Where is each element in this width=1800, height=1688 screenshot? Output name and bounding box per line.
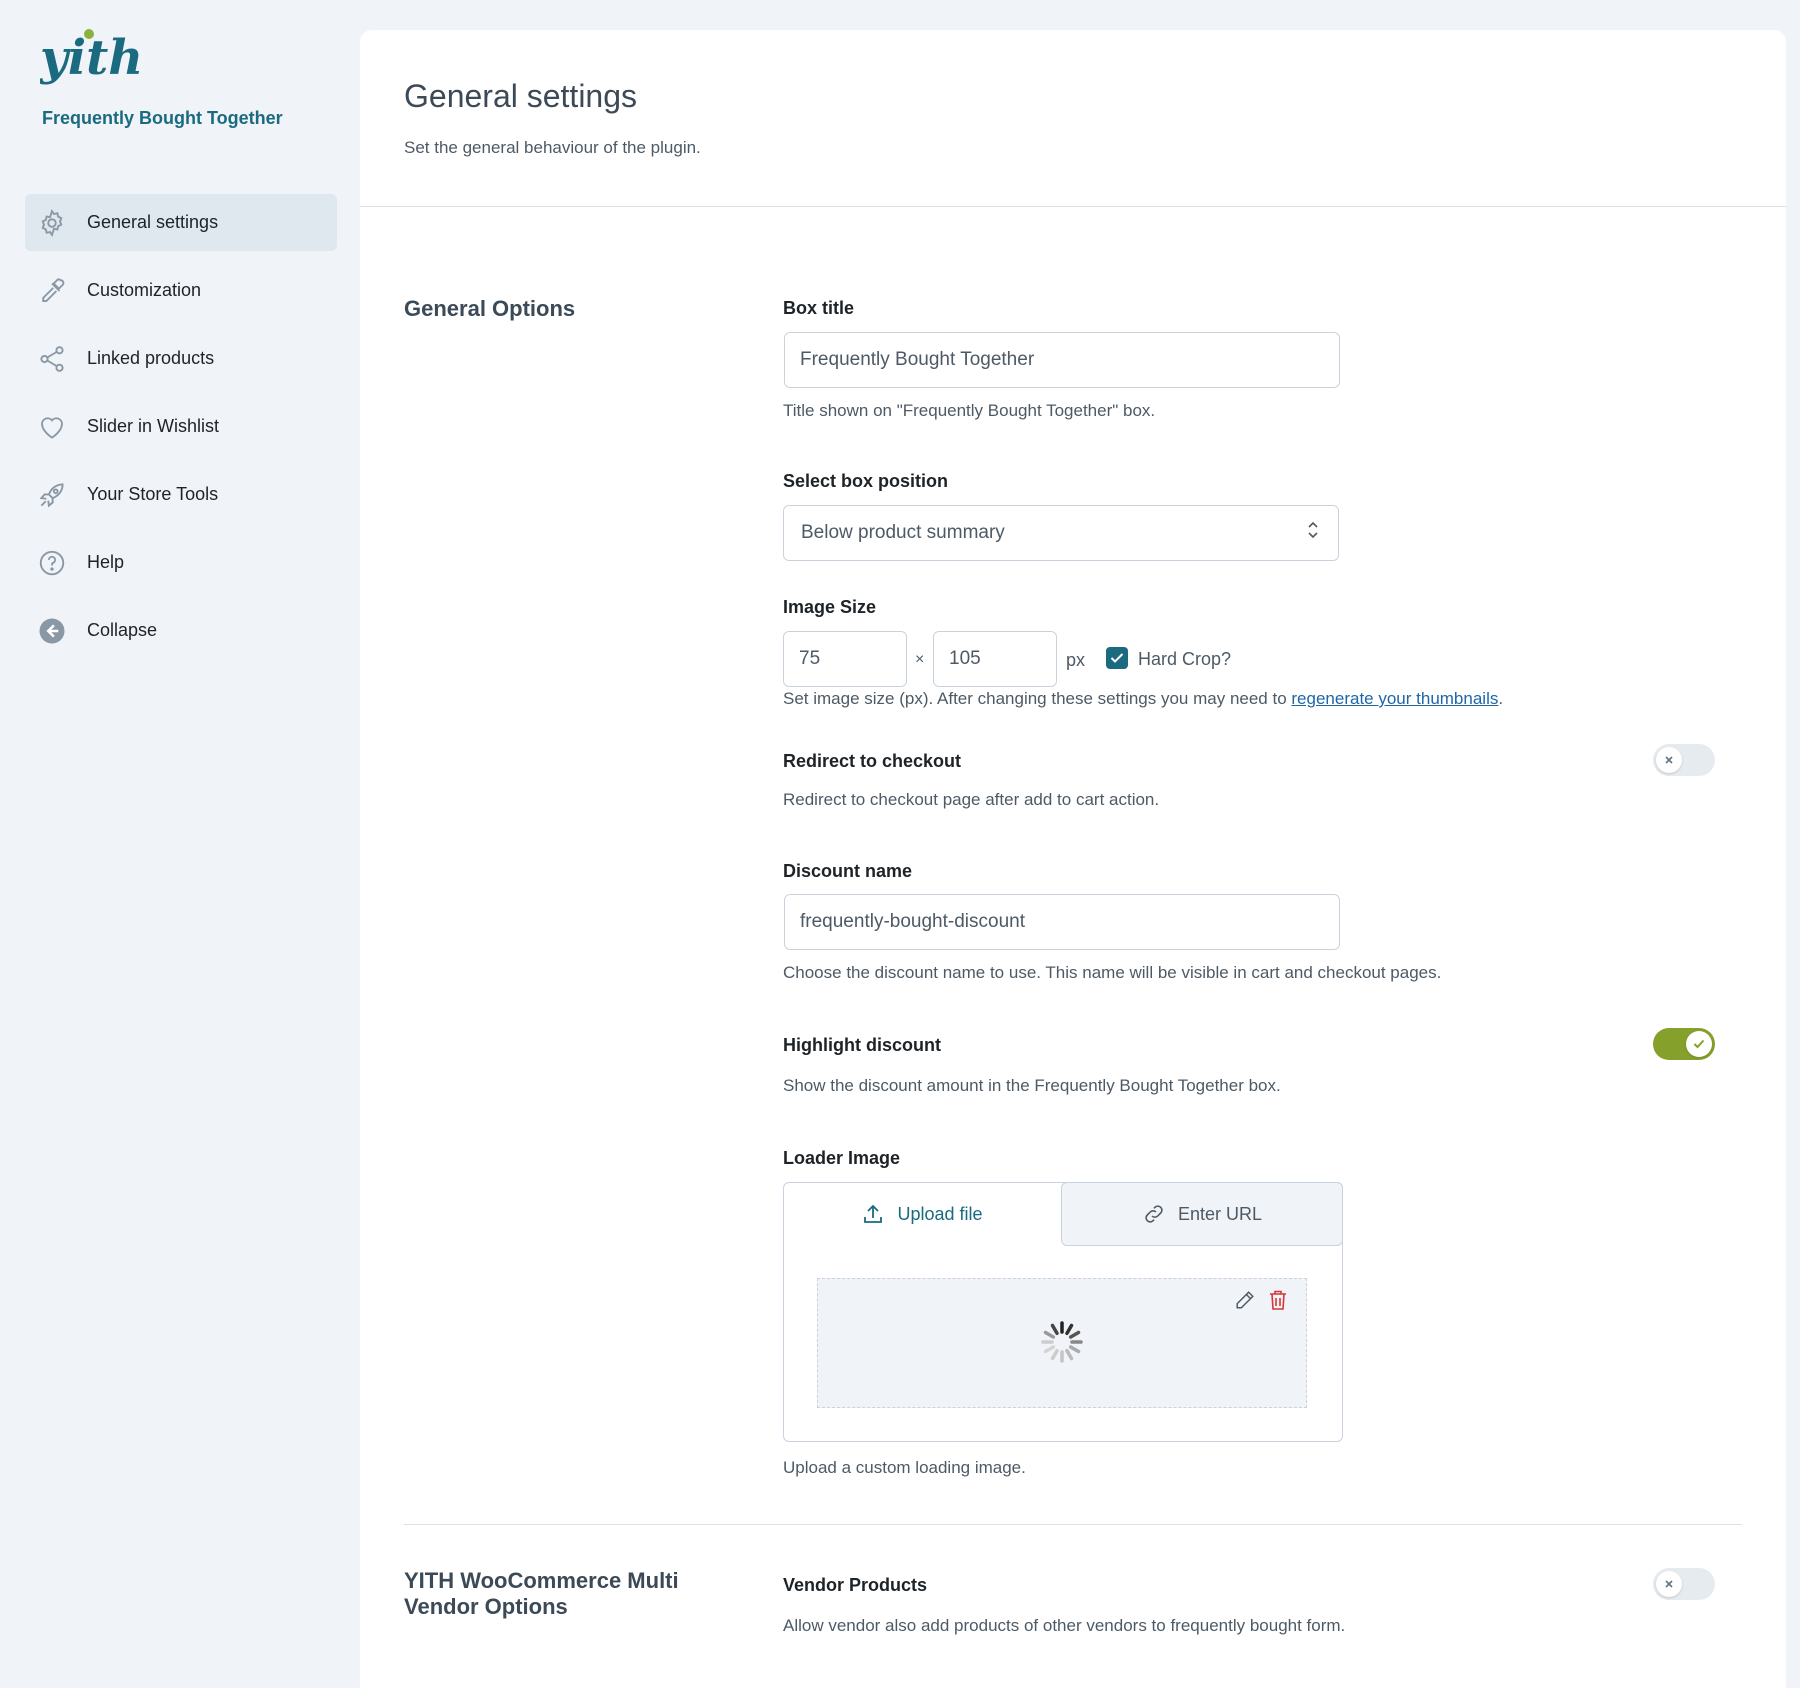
close-icon bbox=[1665, 1580, 1673, 1588]
chevron-up-down-icon bbox=[1306, 520, 1320, 546]
upload-file-label: Upload file bbox=[897, 1203, 983, 1224]
upload-file-tab[interactable]: Upload file bbox=[784, 1183, 1060, 1245]
sidebar-item-label: Collapse bbox=[87, 620, 158, 640]
loader-image-label: Loader Image bbox=[783, 1148, 901, 1168]
section-title-vendor-options: YITH WooCommerce Multi Vendor Options bbox=[404, 1568, 679, 1619]
sidebar-item-label: General settings bbox=[87, 212, 219, 232]
sidebar-item-label: Help bbox=[87, 552, 125, 572]
check-icon bbox=[1110, 653, 1124, 663]
pencil-icon[interactable] bbox=[1234, 1289, 1256, 1316]
page-title: General settings bbox=[404, 78, 638, 114]
box-title-input[interactable] bbox=[784, 332, 1340, 388]
upload-icon bbox=[861, 1202, 885, 1226]
help-icon bbox=[37, 548, 67, 578]
sidebar-nav: General settings Customization Linked pr… bbox=[25, 194, 337, 670]
sidebar-item-help[interactable]: Help bbox=[25, 534, 337, 591]
sidebar-item-label: Slider in Wishlist bbox=[87, 416, 220, 436]
box-title-label: Box title bbox=[783, 298, 855, 318]
image-width-input[interactable] bbox=[783, 631, 907, 687]
highlight-discount-description: Show the discount amount in the Frequent… bbox=[783, 1076, 1281, 1095]
toggle-knob bbox=[1686, 1031, 1712, 1057]
highlight-discount-label: Highlight discount bbox=[783, 1035, 941, 1055]
heart-icon bbox=[37, 412, 67, 442]
loader-image-field: Upload file Enter URL bbox=[783, 1182, 1343, 1442]
toggle-knob bbox=[1656, 747, 1682, 773]
logo-text: yith bbox=[40, 30, 143, 86]
image-size-description: Set image size (px). After changing thes… bbox=[783, 689, 1504, 708]
sidebar-item-linked-products[interactable]: Linked products bbox=[25, 330, 337, 387]
arrow-left-circle-icon bbox=[37, 616, 67, 646]
box-position-select[interactable]: Below product summary bbox=[783, 505, 1339, 561]
sidebar-item-label: Your Store Tools bbox=[87, 484, 219, 504]
sidebar-item-collapse[interactable]: Collapse bbox=[25, 602, 337, 659]
sidebar-item-label: Linked products bbox=[87, 348, 215, 368]
redirect-toggle[interactable] bbox=[1653, 744, 1715, 776]
highlight-discount-toggle[interactable] bbox=[1653, 1028, 1715, 1060]
px-unit: px bbox=[1066, 650, 1086, 670]
trash-icon[interactable] bbox=[1268, 1289, 1288, 1316]
sidebar: yith Frequently Bought Together General … bbox=[0, 0, 358, 1688]
page-subtitle: Set the general behaviour of the plugin. bbox=[404, 138, 701, 157]
sidebar-item-slider-in-wishlist[interactable]: Slider in Wishlist bbox=[25, 398, 337, 455]
redirect-label: Redirect to checkout bbox=[783, 751, 962, 771]
redirect-description: Redirect to checkout page after add to c… bbox=[783, 790, 1160, 809]
gear-icon bbox=[37, 208, 67, 238]
close-icon bbox=[1665, 756, 1673, 764]
discount-name-input[interactable] bbox=[784, 894, 1340, 950]
image-preview bbox=[817, 1278, 1307, 1408]
toggle-knob bbox=[1656, 1571, 1682, 1597]
box-position-value: Below product summary bbox=[801, 522, 1005, 543]
check-icon bbox=[1693, 1039, 1705, 1049]
enter-url-tab[interactable]: Enter URL bbox=[1061, 1182, 1343, 1246]
image-height-input[interactable] bbox=[933, 631, 1057, 687]
section-title-general-options: General Options bbox=[404, 296, 576, 321]
settings-panel: General settings Set the general behavio… bbox=[360, 30, 1786, 1688]
loader-image-description: Upload a custom loading image. bbox=[783, 1458, 1026, 1477]
eyedropper-icon bbox=[37, 276, 67, 306]
rocket-icon bbox=[37, 480, 67, 510]
discount-name-description: Choose the discount name to use. This na… bbox=[783, 963, 1442, 982]
sidebar-item-your-store-tools[interactable]: Your Store Tools bbox=[25, 466, 337, 523]
box-title-description: Title shown on "Frequently Bought Togeth… bbox=[783, 401, 1156, 420]
page-header: General settings Set the general behavio… bbox=[360, 30, 1786, 207]
box-position-label: Select box position bbox=[783, 471, 949, 491]
section-divider bbox=[404, 1524, 1742, 1525]
enter-url-label: Enter URL bbox=[1177, 1203, 1263, 1224]
link-icon bbox=[1142, 1202, 1166, 1226]
regenerate-thumbnails-link[interactable]: regenerate your thumbnails bbox=[1291, 689, 1498, 708]
times-sign: × bbox=[915, 651, 925, 668]
loading-spinner-icon bbox=[1041, 1321, 1083, 1363]
yith-logo[interactable]: yith bbox=[39, 26, 150, 96]
sidebar-item-general-settings[interactable]: General settings bbox=[25, 194, 337, 251]
sidebar-item-label: Customization bbox=[87, 280, 202, 300]
hard-crop-label: Hard Crop? bbox=[1138, 649, 1232, 669]
plugin-name: Frequently Bought Together bbox=[42, 108, 283, 128]
vendor-products-toggle[interactable] bbox=[1653, 1568, 1715, 1600]
sidebar-item-customization[interactable]: Customization bbox=[25, 262, 337, 319]
hard-crop-checkbox[interactable] bbox=[1106, 647, 1128, 669]
vendor-products-label: Vendor Products bbox=[783, 1575, 928, 1595]
discount-name-label: Discount name bbox=[783, 861, 913, 881]
share-icon bbox=[37, 344, 67, 374]
image-size-label: Image Size bbox=[783, 597, 877, 617]
vendor-products-description: Allow vendor also add products of other … bbox=[783, 1616, 1346, 1635]
